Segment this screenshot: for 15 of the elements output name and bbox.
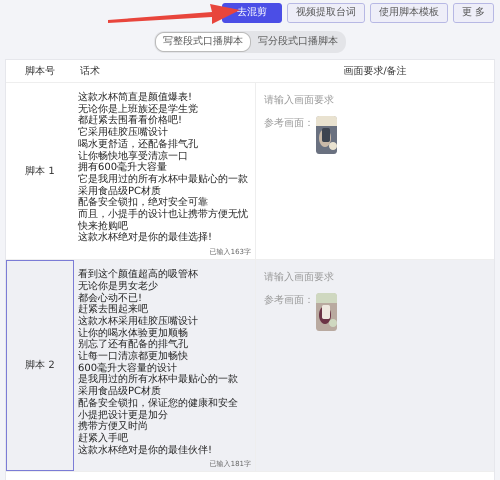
reference-label: 参考画面：: [264, 294, 314, 308]
script-text[interactable]: 看到这个颜值超高的吸管杯 无论你是男女老少 都会心动不已! 赶紧去围起来吧 这款水杯采用硅胶压嘴设计 让你的喝水体验更加顺畅 别忘了还有配备的排气孔 让每一口清凉都更加畅快 600毫升大容量的设计 是我用过的所有水杯中最贴心的一款 采用食品级PC材质 配备安全锁扣，保证您的健康和安全 小提把设计更是加分 携带方便又时尚 赶紧入手吧 这款水杯绝对是你的最佳伙伴!: [78, 269, 251, 456]
script-number-cell[interactable]: 脚本 1: [6, 83, 74, 260]
script-number-cell[interactable]: 脚本 2: [6, 260, 74, 472]
mode-tab[interactable]: 写整段式口播脚本: [155, 32, 251, 52]
script-text[interactable]: 这款水杯简直是颜值爆表! 无论你是上班族还是学生党 都赶紧去围看看价格吧! 它采用硅胶压嘴设计 喝水更舒适，还配备排气孔 让你畅快地享受清凉一口 拥有600毫升大容量 它是我用过的所有水杯中最贴心的一款 采用食品级PC材质 配备安全锁扣，绝对安全可靠 而且，小提手的设计也让携带方便无忧 快来抢购吧 这款水杯绝对是你的最佳选择!: [78, 92, 251, 244]
column-header: 脚本号: [24, 64, 56, 78]
toolbar-button[interactable]: 视频提取台词: [286, 3, 365, 23]
toolbar-button[interactable]: 使用脚本模板: [370, 3, 448, 23]
column-header: 画面要求/备注: [342, 64, 408, 78]
toolbar-button[interactable]: 更 多: [452, 3, 494, 23]
mode-tab[interactable]: 写分段式口播脚本: [251, 32, 345, 52]
toolbar-button[interactable]: 去混剪: [222, 3, 282, 23]
column-header: 话术: [79, 64, 101, 78]
reference-label: 参考画面：: [264, 116, 314, 131]
